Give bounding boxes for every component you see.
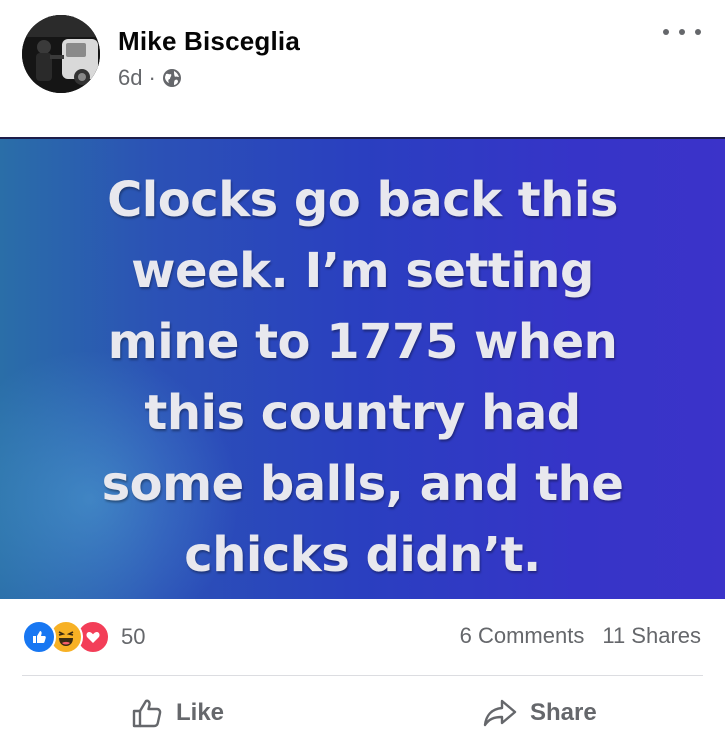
share-arrow-icon (483, 699, 517, 727)
post-stats: 50 6 Comments 11 Shares (0, 610, 725, 666)
avatar[interactable] (22, 15, 100, 93)
reactions-summary[interactable]: 50 (22, 620, 145, 654)
more-dot (663, 29, 669, 35)
post-actions: Like Share (0, 688, 725, 743)
more-dot (695, 29, 701, 35)
actions-divider (22, 675, 703, 676)
author-name[interactable]: Mike Bisceglia (118, 26, 300, 57)
reaction-count: 50 (121, 624, 146, 649)
like-reaction-icon (22, 620, 56, 654)
image-text-line: Clocks go back this (107, 172, 618, 228)
avatar-photo (22, 15, 100, 93)
share-label: Share (530, 699, 597, 726)
image-text-line: mine to 1775 when (107, 314, 618, 370)
post-header: Mike Bisceglia 6d · (0, 0, 725, 120)
post-image[interactable]: Clocks go back this week. I’m setting mi… (0, 137, 725, 599)
more-dot (679, 29, 685, 35)
meta-separator: · (148, 65, 156, 90)
image-text-line: week. I’m setting (131, 243, 594, 299)
image-text: Clocks go back this week. I’m setting mi… (0, 165, 725, 591)
shares-count[interactable]: 11 Shares (602, 623, 701, 649)
share-button[interactable]: Share (482, 696, 597, 730)
globe-icon (162, 68, 182, 88)
post-timestamp[interactable]: 6d (118, 65, 142, 91)
engagement-counts: 6 Comments 11 Shares (460, 623, 701, 649)
post-meta: 6d · (118, 65, 182, 91)
thumbs-up-icon (132, 699, 162, 728)
image-text-line: some balls, and the (101, 456, 624, 512)
facebook-post: Mike Bisceglia 6d · Clocks go back this … (0, 0, 725, 750)
like-button[interactable]: Like (130, 696, 224, 730)
image-text-line: chicks didn’t. (184, 527, 541, 583)
comments-count[interactable]: 6 Comments (460, 623, 585, 649)
more-horizontal-icon[interactable] (663, 18, 701, 46)
image-text-line: this country had (144, 385, 581, 441)
like-label: Like (176, 699, 225, 726)
